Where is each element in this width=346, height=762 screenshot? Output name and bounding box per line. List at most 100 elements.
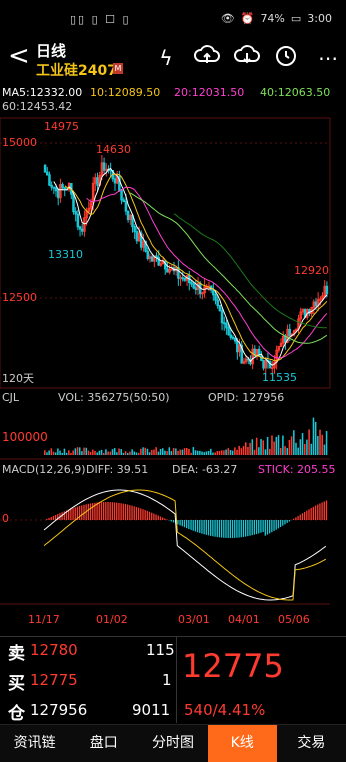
candle-body: [195, 288, 197, 290]
volume-bar: [136, 452, 138, 455]
macd-bar: [201, 520, 202, 534]
tab-timeshare[interactable]: 分时图: [138, 725, 207, 762]
macd-bar: [245, 520, 246, 537]
macd-bar: [103, 502, 104, 520]
macd-bar: [324, 501, 325, 520]
tab-orderbook[interactable]: 盘口: [69, 725, 138, 762]
volume-bar: [199, 451, 201, 455]
volume-bar: [201, 452, 203, 455]
macd-bar: [48, 518, 49, 520]
volume-bar: [232, 451, 234, 455]
candle-body: [44, 165, 46, 172]
macd-bar: [219, 520, 220, 537]
candle-body: [230, 335, 232, 337]
candle-body: [237, 341, 239, 352]
macd-bar: [267, 520, 268, 535]
macd-stick: STICK: 205.55: [258, 463, 336, 476]
macd-bar: [280, 520, 281, 527]
macd-bar: [206, 520, 207, 535]
macd-bar: [123, 504, 124, 520]
macd-bar: [293, 519, 294, 520]
volume-bar: [99, 451, 101, 455]
sell-label: 卖: [8, 639, 25, 664]
macd-bar: [304, 512, 305, 520]
candle-body: [315, 302, 317, 306]
cjl-volume: VOL: 356275(50:50): [58, 391, 170, 404]
volume-bar: [265, 449, 267, 455]
volume-bar: [147, 449, 149, 455]
volume-bar: [94, 451, 96, 455]
candle-body: [182, 278, 184, 279]
macd-bar: [199, 520, 200, 533]
macd-bar: [286, 520, 287, 523]
candle-body: [51, 185, 53, 187]
candle-body: [180, 278, 182, 279]
volume-bar: [262, 440, 264, 455]
macd-bar: [214, 520, 215, 537]
volume-bar: [53, 452, 55, 455]
volume-bar: [101, 450, 103, 455]
macd-bar: [53, 516, 54, 520]
volume-bar: [96, 452, 98, 455]
buy-price[interactable]: 12775: [30, 671, 78, 689]
volume-bar: [105, 449, 107, 455]
kline-chart[interactable]: [0, 0, 346, 640]
candle-body: [234, 338, 236, 341]
volume-bar: [125, 451, 127, 455]
macd-title: MACD(12,26,9): [2, 463, 86, 476]
sell-price[interactable]: 12780: [30, 641, 78, 659]
macd-bar: [193, 520, 194, 531]
ma5-line: [54, 169, 327, 366]
tab-kline[interactable]: K线: [208, 725, 277, 762]
macd-bar: [254, 520, 255, 535]
volume-bar: [134, 451, 136, 455]
volume-bar: [61, 453, 63, 455]
macd-bar: [195, 520, 196, 531]
macd-bar: [228, 520, 229, 538]
volume-bar: [311, 444, 313, 455]
macd-bar: [118, 503, 119, 520]
volume-bar: [127, 453, 129, 455]
volume-bar: [228, 448, 230, 455]
candle-body: [217, 300, 219, 305]
volume-bar: [234, 447, 236, 455]
volume-bar: [153, 450, 155, 455]
macd-bar: [75, 507, 76, 520]
candle-body: [55, 188, 57, 191]
volume-bar: [306, 440, 308, 455]
macd-bar: [262, 520, 263, 532]
volume-bar: [212, 453, 214, 455]
macd-bar: [241, 520, 242, 537]
candle-body: [221, 311, 223, 323]
candle-body: [326, 286, 328, 294]
volume-bar: [160, 449, 162, 455]
volume-bar: [249, 443, 251, 455]
macd-bar: [249, 520, 250, 536]
candle-body: [127, 211, 129, 219]
candle-body: [75, 212, 77, 215]
volume-bar: [289, 440, 291, 455]
candle-body: [191, 283, 193, 284]
macd-bar: [151, 513, 152, 520]
volume-bar: [317, 436, 319, 455]
volume-bar: [236, 450, 238, 455]
tab-trade[interactable]: 交易: [277, 725, 346, 762]
macd-bar: [319, 503, 320, 520]
volume-bar: [324, 445, 326, 455]
candle-body: [219, 306, 221, 311]
candle-body: [167, 269, 169, 272]
volume-bar: [291, 436, 293, 455]
volume-bar: [286, 448, 288, 455]
macd-bar: [158, 515, 159, 520]
macd-bar: [120, 503, 121, 520]
candle-body: [73, 194, 75, 211]
last-high-marker: 12920: [294, 264, 329, 277]
volume-bar: [217, 451, 219, 455]
volume-bar: [88, 451, 90, 455]
volume-bar: [140, 449, 142, 455]
candle-body: [105, 169, 107, 170]
macd-bar: [127, 505, 128, 520]
macd-bar: [96, 503, 97, 520]
tab-news-chain[interactable]: 资讯链: [0, 725, 69, 762]
macd-bar: [273, 520, 274, 531]
